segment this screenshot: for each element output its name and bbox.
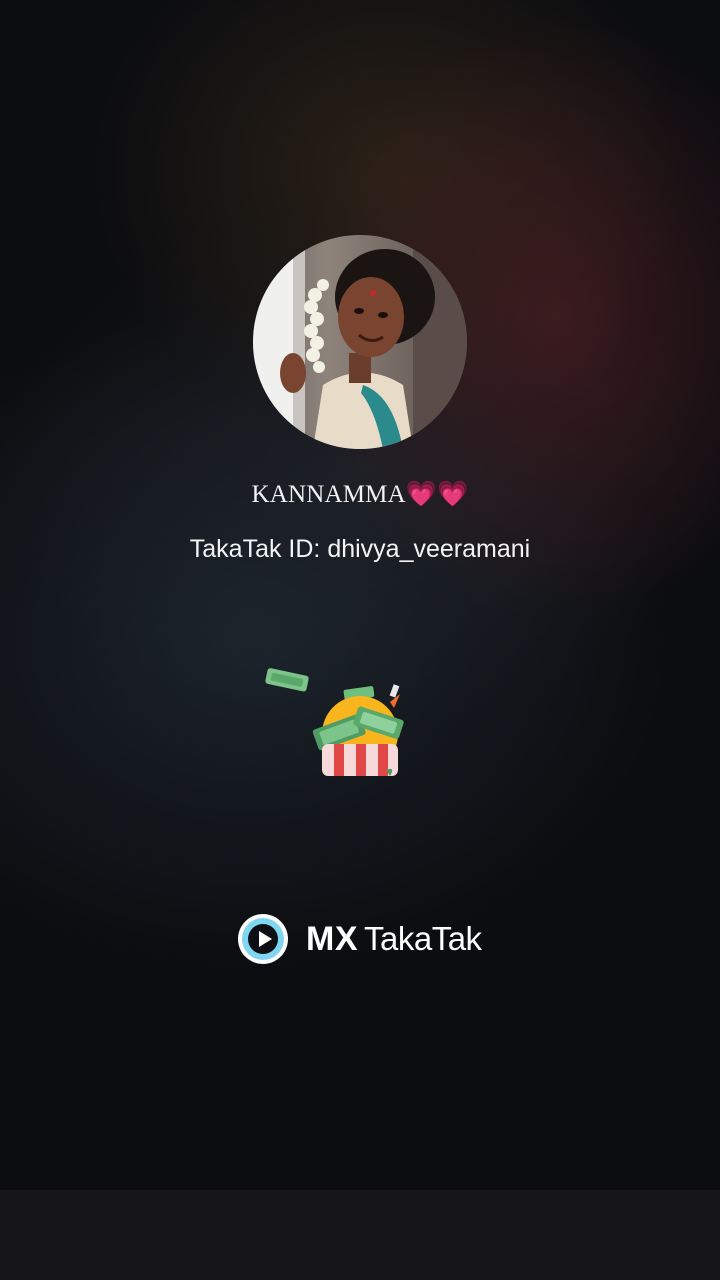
- takatak-id-label: TakaTak ID: dhivya_veeramani: [189, 535, 531, 563]
- money-gift-icon[interactable]: [258, 662, 414, 782]
- display-name: KANNAMMA💗💗: [251, 481, 469, 508]
- mx-takatak-brand: MX TakaTak: [236, 911, 482, 967]
- bottom-bar: [0, 1190, 720, 1280]
- brand-mx-text: MX: [306, 919, 358, 958]
- brand-takatak-text: TakaTak: [364, 920, 482, 957]
- avatar[interactable]: [253, 235, 467, 449]
- profile-photo: [253, 235, 467, 449]
- background: [0, 0, 720, 1280]
- play-icon: [238, 914, 288, 964]
